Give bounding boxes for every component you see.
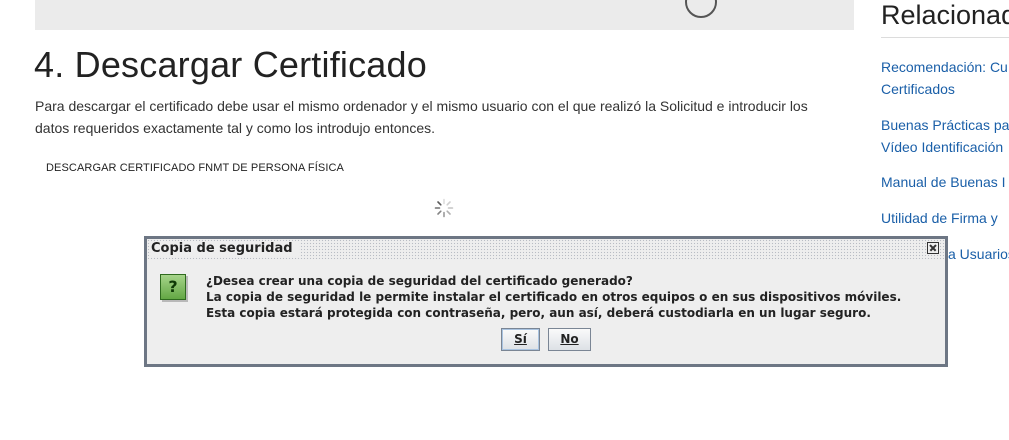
dialog-title: Copia de seguridad bbox=[151, 241, 299, 256]
dialog-message: ¿Desea crear una copia de seguridad del … bbox=[206, 273, 901, 321]
sidebar-link-recomendacion[interactable]: Recomendación: Cu Certificados bbox=[881, 56, 1008, 100]
backup-dialog: Copia de seguridad ? ¿Desea crear una co… bbox=[144, 236, 948, 367]
circle-icon bbox=[685, 0, 717, 18]
sidebar-link-label: Vídeo Identificación bbox=[881, 139, 1004, 155]
sidebar-link-label: Buenas Prácticas pa bbox=[881, 117, 1009, 133]
sidebar-link-label: Utilidad de Firma y bbox=[881, 210, 998, 226]
sidebar-link-utilidad-firma[interactable]: Utilidad de Firma y bbox=[881, 207, 998, 229]
instructions-paragraph: Para descargar el certificado debe usar … bbox=[35, 95, 835, 139]
page-title: 4. Descargar Certificado bbox=[34, 44, 427, 85]
sidebar-link-manual[interactable]: Manual de Buenas I bbox=[881, 171, 1006, 193]
download-certificate-link[interactable]: DESCARGAR CERTIFICADO FNMT DE PERSONA FÍ… bbox=[46, 162, 344, 174]
sidebar-title: Relacionad bbox=[881, 0, 1009, 30]
dialog-titlebar[interactable]: Copia de seguridad bbox=[147, 239, 945, 259]
sidebar-link-usuarios[interactable]: a Usuarios bbox=[948, 243, 1009, 265]
dialog-message-line: La copia de seguridad le permite instala… bbox=[206, 290, 902, 304]
sidebar-link-label: Certificados bbox=[881, 81, 955, 97]
sidebar-link-label: Recomendación: Cu bbox=[881, 59, 1008, 75]
sidebar-link-label: Manual de Buenas I bbox=[881, 174, 1006, 190]
question-icon: ? bbox=[160, 274, 186, 300]
close-icon[interactable] bbox=[927, 242, 939, 254]
dialog-message-line: ¿Desea crear una copia de seguridad del … bbox=[206, 274, 633, 288]
sidebar-link-buenas-practicas[interactable]: Buenas Prácticas pa Vídeo Identificación bbox=[881, 114, 1009, 158]
spinner-icon bbox=[434, 198, 454, 218]
sidebar-link-label: a Usuarios bbox=[948, 246, 1009, 262]
instructions-line-2: datos requeridos exactamente tal y como … bbox=[35, 120, 436, 136]
yes-button[interactable]: Sí bbox=[501, 328, 540, 351]
sidebar-divider bbox=[881, 37, 1009, 38]
no-button[interactable]: No bbox=[548, 328, 591, 351]
page: 4. Descargar Certificado Para descargar … bbox=[0, 0, 1009, 440]
previous-section-band bbox=[35, 0, 854, 30]
instructions-line-1: Para descargar el certificado debe usar … bbox=[35, 98, 808, 114]
dialog-message-line: Esta copia estará protegida con contrase… bbox=[206, 306, 871, 320]
